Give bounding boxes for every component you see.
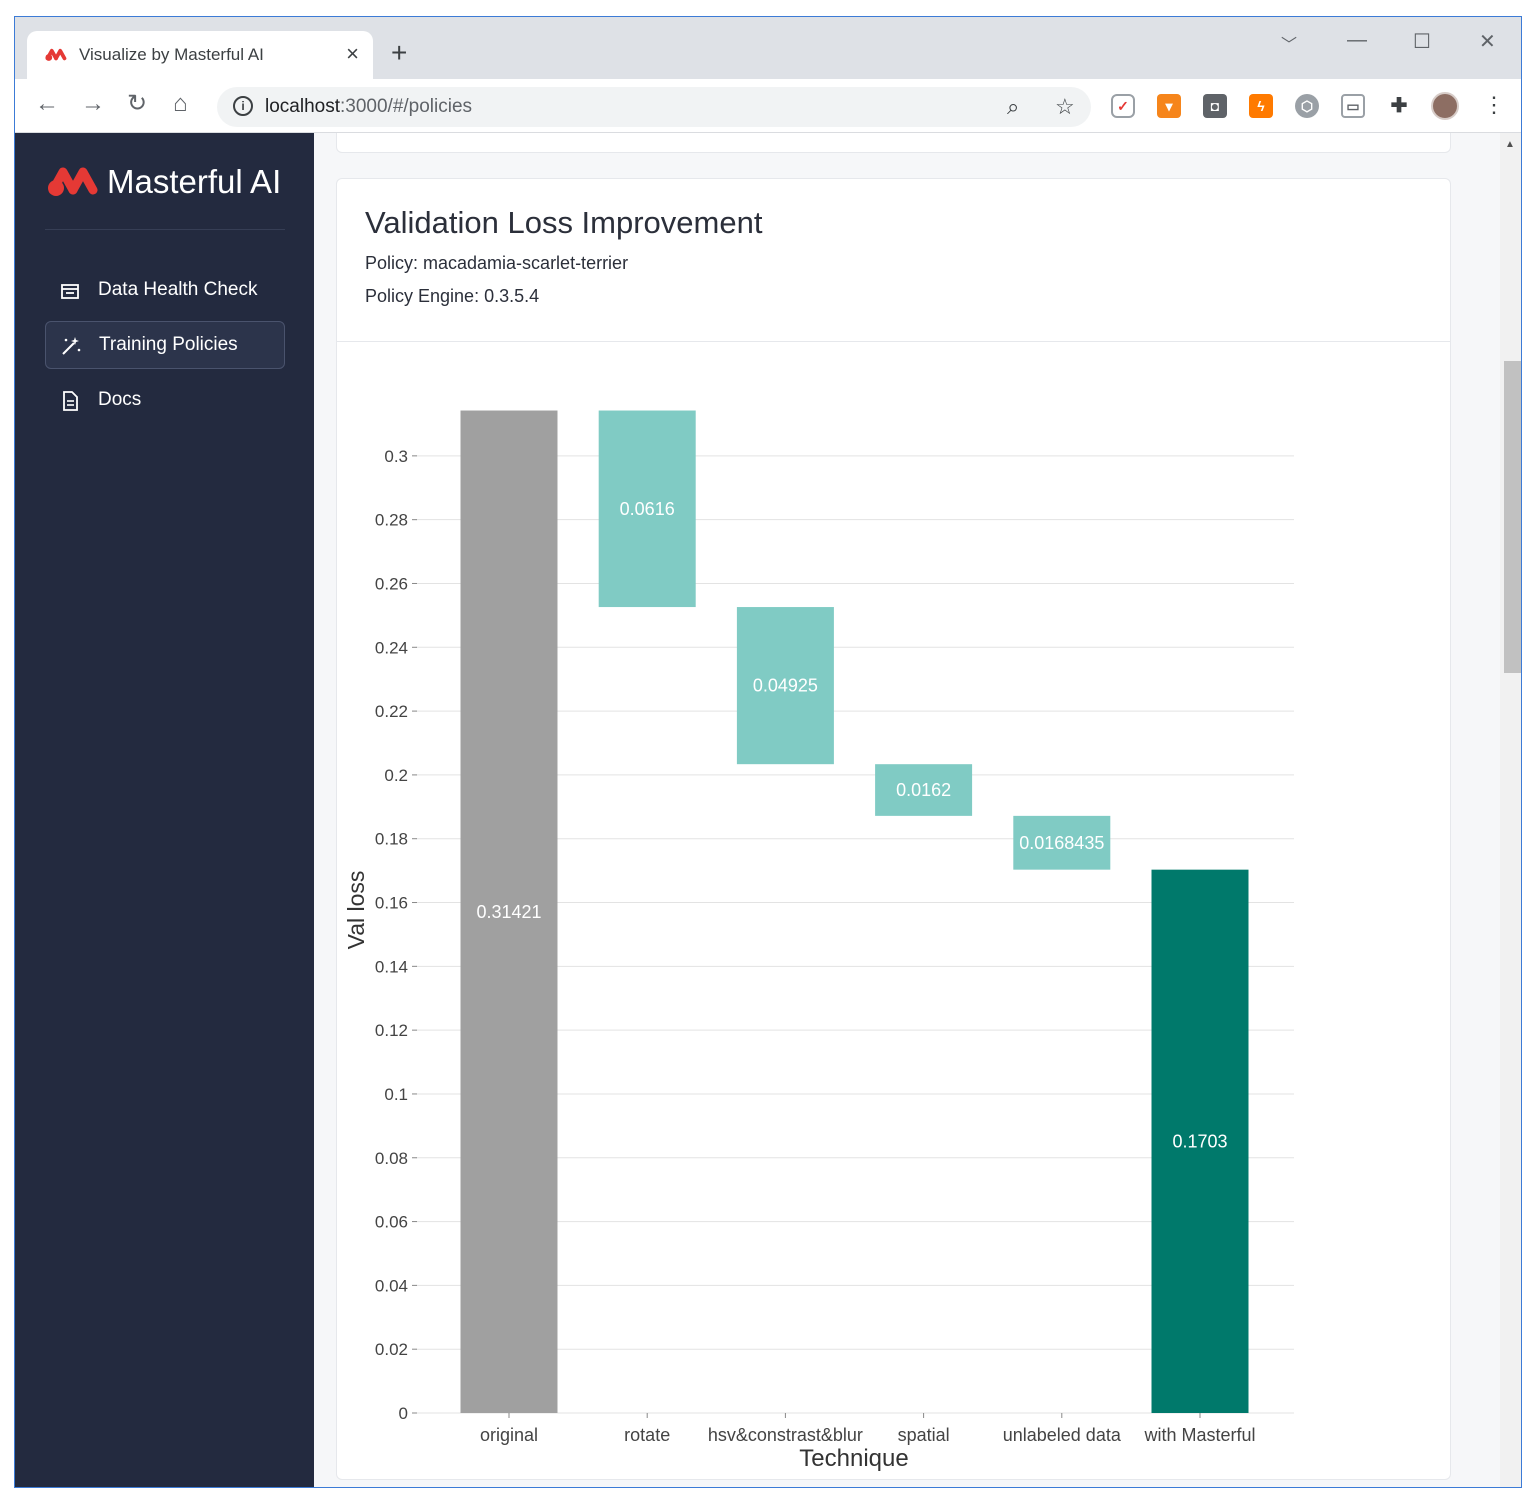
y-tick-label: 0.2: [384, 766, 408, 785]
policy-engine-version: Policy Engine: 0.3.5.4: [365, 286, 540, 306]
browser-tab[interactable]: Visualize by Masterful AI ×: [27, 31, 373, 79]
close-tab-icon[interactable]: ×: [346, 41, 359, 67]
y-tick-label: 0.1: [384, 1085, 408, 1104]
y-tick-label: 0.12: [375, 1021, 408, 1040]
forward-button[interactable]: →: [81, 91, 105, 117]
y-tick-label: 0.3: [384, 447, 408, 466]
sidebar-item-data-health-check[interactable]: Data Health Check: [45, 267, 285, 315]
sidebar-item-label: Docs: [98, 389, 142, 410]
minimize-button[interactable]: —: [1347, 29, 1367, 52]
bar-value-label: 0.0168435: [1019, 833, 1104, 853]
y-tick-label: 0.14: [375, 957, 408, 976]
browser-menu-icon[interactable]: ⋮: [1483, 91, 1505, 119]
y-tick-label: 0: [399, 1404, 408, 1423]
hubspot-extension-icon[interactable]: ϟ: [1249, 94, 1273, 118]
bar-value-label: 0.0162: [896, 780, 951, 800]
masterful-logo-icon: [45, 48, 67, 61]
validation-loss-card: Validation Loss Improvement Policy: maca…: [336, 178, 1451, 1480]
y-tick-label: 0.24: [375, 638, 408, 657]
tab-search-icon[interactable]: ﹀: [1281, 31, 1297, 55]
tab-strip: Visualize by Masterful AI × + ﹀ — ☐ ✕: [15, 17, 1521, 79]
scroll-up-arrow-icon[interactable]: ▲: [1505, 139, 1515, 150]
back-button[interactable]: ←: [35, 91, 59, 117]
x-tick-label: spatial: [898, 1425, 950, 1445]
sidebar-item-label: Data Health Check: [98, 279, 258, 300]
pocket-extension-icon[interactable]: ✓: [1111, 94, 1135, 118]
browser-toolbar: ← → ↻ ⌂ i localhost:3000/#/policies ⌕ ☆ …: [15, 79, 1521, 133]
y-axis-title: Val loss: [343, 871, 369, 950]
bar-value-label: 0.1703: [1172, 1131, 1227, 1151]
extensions-puzzle-icon[interactable]: ✚: [1387, 94, 1411, 118]
policy-name: Policy: macadamia-scarlet-terrier: [365, 253, 629, 273]
folder-icon: [61, 284, 79, 299]
extension-icon[interactable]: ◘: [1203, 94, 1227, 118]
masterful-logo-icon: [48, 167, 98, 196]
bar-value-label: 0.0616: [620, 499, 675, 519]
y-tick-label: 0.06: [375, 1213, 408, 1232]
page-scrollbar[interactable]: ▲: [1500, 133, 1521, 1487]
y-tick-label: 0.28: [375, 511, 408, 530]
sidebar: Masterful AI Data Health Check Training …: [15, 133, 314, 1487]
x-tick-label: with Masterful: [1143, 1425, 1255, 1445]
waterfall-chart: 0 0.02 0.04 0.06 0.08 0.1 0.12 0.14 0.16 0.18 0.2 0…: [343, 410, 1294, 1472]
sidebar-item-label: Training Policies: [99, 334, 238, 355]
magic-wand-icon: [62, 337, 81, 355]
y-tick-label: 0.04: [375, 1276, 408, 1295]
card-title: Validation Loss Improvement: [365, 205, 763, 240]
sidebar-item-training-policies[interactable]: Training Policies: [45, 321, 285, 369]
browser-window: Visualize by Masterful AI × + ﹀ — ☐ ✕ ← …: [14, 16, 1522, 1488]
x-tick-label: hsv&constrast&blur: [708, 1425, 863, 1445]
y-tick-label: 0.02: [375, 1340, 408, 1359]
sidebar-divider: [45, 229, 285, 230]
x-tick-label: rotate: [624, 1425, 670, 1445]
main-content: Validation Loss Improvement Policy: maca…: [314, 133, 1521, 1487]
zoom-icon[interactable]: ⌕: [1007, 94, 1019, 120]
profile-avatar[interactable]: [1431, 92, 1459, 120]
cast-extension-icon[interactable]: ▭: [1341, 94, 1365, 118]
reload-button[interactable]: ↻: [127, 91, 147, 117]
home-button[interactable]: ⌂: [173, 91, 188, 117]
url-text[interactable]: localhost:3000/#/policies: [265, 96, 472, 118]
previous-card: [336, 133, 1451, 153]
y-tick-label: 0.16: [375, 894, 408, 913]
sidebar-item-docs[interactable]: Docs: [45, 377, 285, 425]
settings-extension-icon[interactable]: ⬡: [1295, 94, 1319, 118]
x-tick-label: unlabeled data: [1003, 1425, 1122, 1445]
maximize-button[interactable]: ☐: [1413, 29, 1431, 54]
close-window-button[interactable]: ✕: [1479, 29, 1496, 54]
brand-name: Masterful AI: [107, 163, 282, 200]
y-tick-label: 0.18: [375, 830, 408, 849]
x-tick-label: original: [480, 1425, 538, 1445]
x-axis-title: Technique: [799, 1445, 908, 1472]
bookmark-star-icon[interactable]: ☆: [1055, 94, 1075, 120]
address-bar[interactable]: i localhost:3000/#/policies ⌕ ☆: [217, 87, 1091, 127]
y-tick-label: 0.26: [375, 574, 408, 593]
tab-title: Visualize by Masterful AI: [79, 45, 264, 64]
document-icon: [63, 391, 78, 411]
scrollbar-thumb[interactable]: [1504, 361, 1521, 673]
new-tab-button[interactable]: +: [391, 39, 407, 67]
y-tick-label: 0.08: [375, 1149, 408, 1168]
site-info-icon[interactable]: i: [233, 96, 253, 116]
y-tick-label: 0.22: [375, 702, 408, 721]
metamask-extension-icon[interactable]: ▾: [1157, 94, 1181, 118]
bar-value-label: 0.04925: [753, 676, 818, 696]
bar-value-label: 0.31421: [476, 902, 541, 922]
